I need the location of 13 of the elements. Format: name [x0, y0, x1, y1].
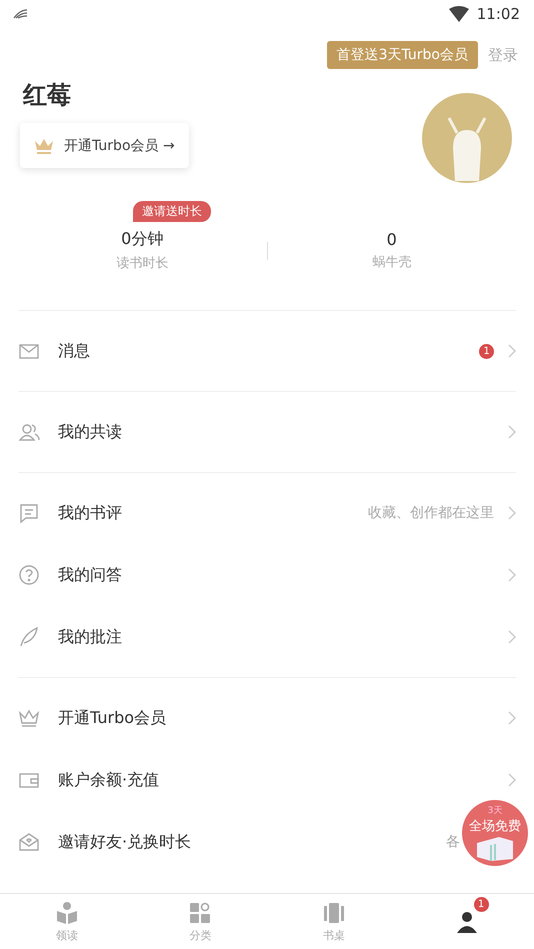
- stat-value: 0: [386, 230, 397, 249]
- notification-badge: 1: [474, 897, 488, 912]
- clock: 11:02: [476, 5, 520, 23]
- stat-label: 读书时长: [116, 255, 168, 272]
- stat-value: 0分钟: [121, 229, 164, 250]
- count-badge: 1: [479, 344, 494, 358]
- promo-days: 3天: [488, 804, 502, 817]
- user-name: 红莓: [22, 80, 72, 111]
- promo-tag: 首登送3天Turbo会员: [326, 41, 478, 69]
- stat-label: 蜗牛壳: [372, 254, 412, 271]
- hint-text: 各: [446, 833, 460, 851]
- hint-text: 收藏、创作都在这里: [368, 504, 494, 522]
- promo-title: 全场免费: [469, 818, 521, 835]
